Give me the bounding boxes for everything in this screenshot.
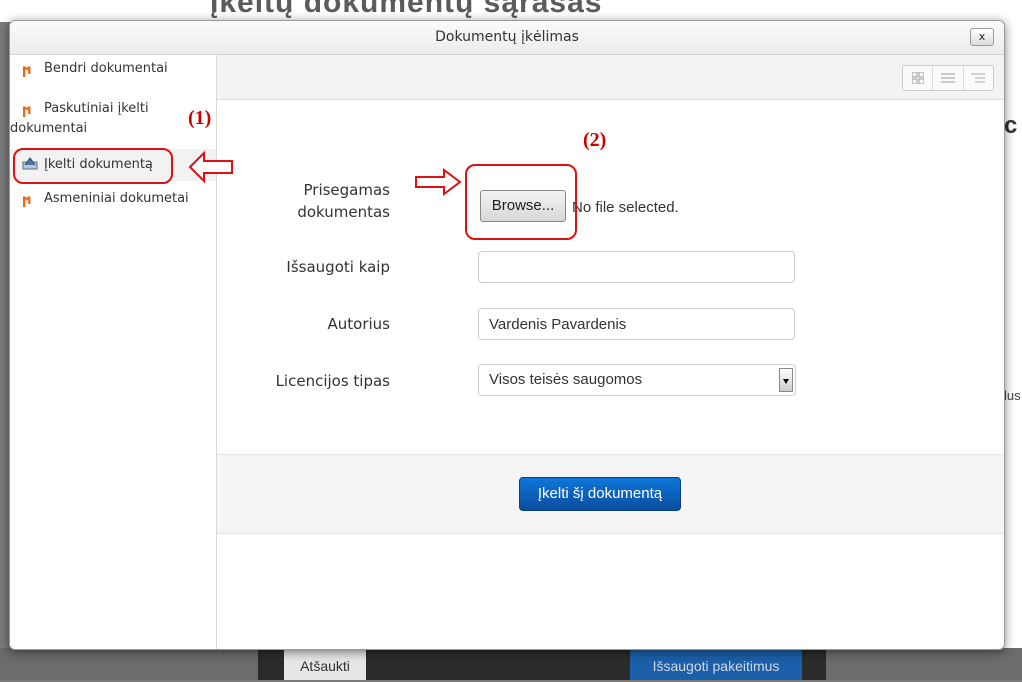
background-save-button[interactable]: Išsaugoti pakeitimus xyxy=(630,650,802,680)
view-icons-button[interactable] xyxy=(903,66,934,90)
background-header: Įkeltų dokumentų sąrašas xyxy=(0,0,1022,22)
sidebar-item-label: Bendri dokumentai xyxy=(44,61,168,76)
sidebar-item-recent[interactable]: ϻ Paskutiniai įkelti xyxy=(22,99,149,119)
moodle-icon: ϻ xyxy=(22,193,32,208)
view-list-button[interactable] xyxy=(933,66,964,90)
tree-icon xyxy=(971,73,986,83)
sidebar-item-label: dokumentai xyxy=(10,121,88,136)
dialog-title: Dokumentų įkėlimas xyxy=(435,29,579,45)
attachment-label: Prisegamas dokumentas xyxy=(250,179,390,223)
annotation-arrow-right-icon xyxy=(415,168,462,196)
background-page-title: Įkeltų dokumentų sąrašas xyxy=(210,0,603,19)
author-label: Autorius xyxy=(327,315,390,333)
annotation-marker-2: (2) xyxy=(583,129,607,151)
chevron-down-icon xyxy=(779,368,793,392)
annotation-highlight-browse xyxy=(465,164,577,240)
upload-file-button[interactable]: Įkelti šį dokumentą xyxy=(519,477,681,511)
background-right-strip: c lus xyxy=(1004,22,1022,662)
sidebar-item-recent-line2[interactable]: dokumentai xyxy=(10,121,87,136)
background-fragment: lus xyxy=(1004,388,1021,403)
license-label: Licencijos tipas xyxy=(275,372,390,390)
attachment-label-line: Prisegamas xyxy=(303,181,391,199)
close-icon: x xyxy=(978,30,986,43)
close-button[interactable]: x xyxy=(970,28,994,46)
sidebar-item-label: Asmeniniai dokumetai xyxy=(44,191,189,206)
annotation-arrow-left-icon xyxy=(188,150,233,184)
annotation-marker-1: (1) xyxy=(188,107,212,129)
moodle-icon: ϻ xyxy=(22,103,32,118)
background-cancel-button[interactable]: Atšaukti xyxy=(284,650,366,680)
file-picker-dialog: Dokumentų įkėlimas x ϻ Bendri dokumentai … xyxy=(9,20,1005,650)
repository-sidebar: ϻ Bendri dokumentai ϻ Paskutiniai įkelti d… xyxy=(10,55,217,649)
list-icon xyxy=(940,73,955,83)
license-select[interactable]: Visos teisės saugomos xyxy=(478,364,796,396)
background-fragment: c xyxy=(1004,112,1018,139)
author-input[interactable] xyxy=(478,308,795,340)
moodle-icon: ϻ xyxy=(22,63,32,78)
save-as-input[interactable] xyxy=(478,251,795,283)
view-toolbar xyxy=(217,55,1004,100)
dialog-titlebar: Dokumentų įkėlimas x xyxy=(10,21,1004,55)
no-file-status: No file selected. xyxy=(572,199,679,216)
sidebar-item-private[interactable]: ϻ Asmeniniai dokumetai xyxy=(22,191,189,208)
save-as-label: Išsaugoti kaip xyxy=(286,258,390,276)
form-footer: Įkelti šį dokumentą xyxy=(217,454,1004,534)
annotation-highlight-upload-item xyxy=(13,148,173,184)
sidebar-item-label: Paskutiniai įkelti xyxy=(44,101,149,116)
attachment-label-line: dokumentas xyxy=(297,203,390,221)
grid-icon xyxy=(911,72,924,84)
view-switcher xyxy=(902,65,994,91)
license-select-value: Visos teisės saugomos xyxy=(489,371,643,388)
sidebar-item-shared[interactable]: ϻ Bendri dokumentai xyxy=(22,61,168,78)
view-tree-button[interactable] xyxy=(964,66,993,90)
